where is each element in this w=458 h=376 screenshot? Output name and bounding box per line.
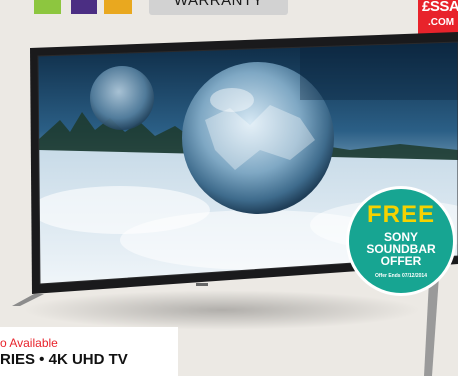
product-page: WARRANTY £SSAV .COM <box>0 0 458 376</box>
product-info-panel: o Available RIES • 4K UHD TV <box>0 327 178 376</box>
offer-headline: FREE <box>366 201 435 228</box>
product-title[interactable]: RIES • 4K UHD TV <box>0 351 128 368</box>
free-soundbar-offer-badge[interactable]: FREE SONY SOUNDBAR OFFER Offer Ends 07/1… <box>346 186 456 296</box>
offer-line-offer: OFFER <box>380 254 422 268</box>
availability-text: o Available <box>0 336 58 350</box>
offer-end-date: Offer Ends 07/12/2014 <box>375 273 427 279</box>
